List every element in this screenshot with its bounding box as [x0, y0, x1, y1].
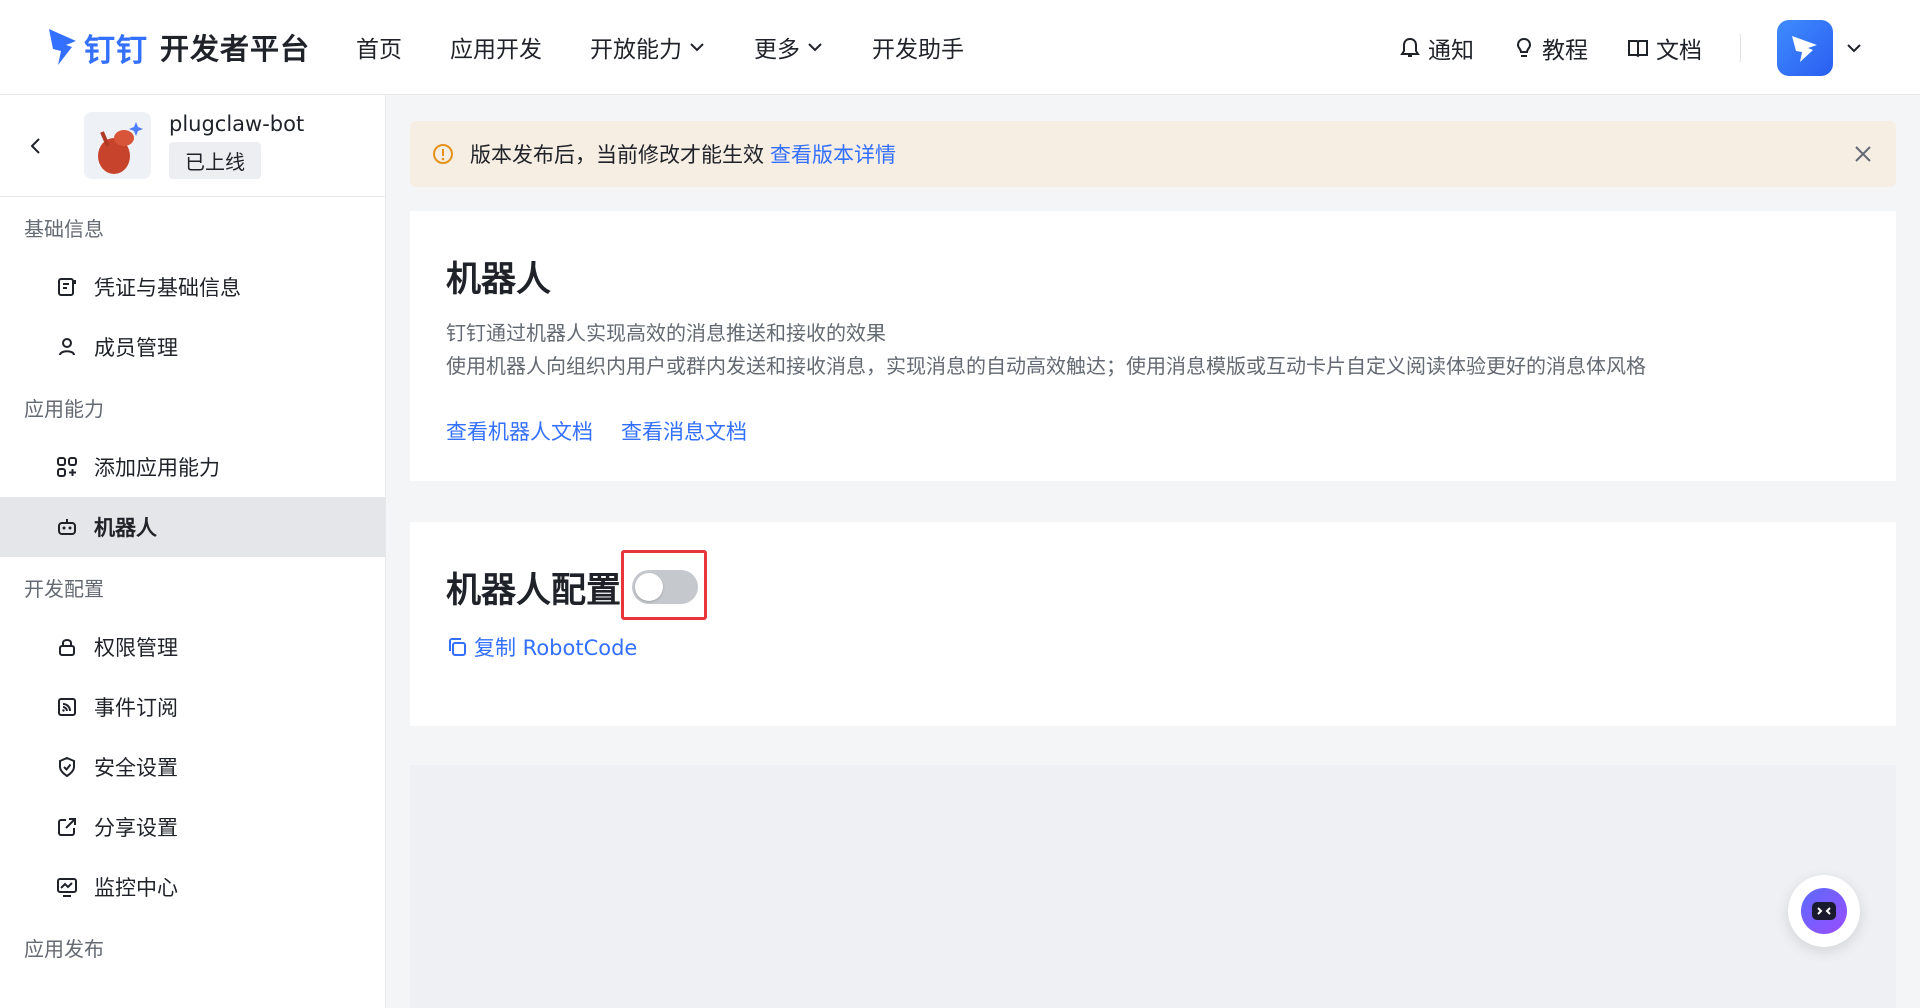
- chevron-down-icon: [808, 43, 822, 52]
- section-app-publish: 应用发布: [24, 936, 104, 961]
- app-header: plugclaw-bot 已上线: [0, 95, 385, 197]
- sidebar-item-robot[interactable]: 机器人: [0, 497, 385, 557]
- sidebar-item-permissions[interactable]: 权限管理: [0, 617, 385, 677]
- sidebar-item-members[interactable]: 成员管理: [0, 317, 385, 377]
- copy-robotcode-label: 复制 RobotCode: [474, 636, 638, 660]
- sidebar-item-label: 机器人: [94, 516, 157, 540]
- info-icon: [433, 144, 453, 164]
- sidebar-item-monitor[interactable]: 监控中心: [0, 857, 385, 917]
- docs-button[interactable]: 文档: [1626, 31, 1702, 65]
- dingtalk-logo-icon: [49, 29, 76, 65]
- robot-description-1: 钉钉通过机器人实现高效的消息推送和接收的效果: [446, 321, 886, 345]
- app-name: plugclaw-bot: [169, 112, 305, 136]
- docs-label: 文档: [1656, 37, 1702, 64]
- copy-robotcode-button[interactable]: 复制 RobotCode: [446, 632, 637, 662]
- sidebar-item-label: 分享设置: [94, 816, 178, 840]
- page-title: 机器人: [446, 260, 552, 300]
- main-nav: 首页 应用开发 开放能力 更多 开发助手: [356, 30, 1012, 64]
- rss-icon: [58, 698, 76, 716]
- book-icon: [1628, 39, 1648, 57]
- sidebar-item-label: 安全设置: [94, 756, 178, 780]
- robot-doc-link[interactable]: 查看机器人文档: [446, 416, 593, 446]
- sidebar-item-events[interactable]: 事件订阅: [0, 677, 385, 737]
- view-version-details-link[interactable]: 查看版本详情: [770, 139, 896, 169]
- grid-add-icon: [57, 457, 77, 477]
- main-content: 版本发布后，当前修改才能生效 查看版本详情 机器人 钉钉通过机器人实现高效的消息…: [386, 95, 1920, 1008]
- notify-label: 通知: [1428, 37, 1474, 64]
- top-navbar: 钉钉 开发者平台 首页 应用开发 开放能力 更多 开发助手 通知 教程 文档: [0, 0, 1920, 95]
- notify-button[interactable]: 通知: [1398, 31, 1474, 65]
- notice-banner: 版本发布后，当前修改才能生效 查看版本详情: [410, 121, 1896, 187]
- chat-bot-icon: [1812, 902, 1836, 920]
- nav-item-dev-assistant[interactable]: 开发助手: [872, 30, 964, 64]
- brand[interactable]: 钉钉 开发者平台: [46, 25, 310, 70]
- sidebar: plugclaw-bot 已上线 基础信息 凭证与基础信息 成员管理 应用能力 …: [0, 95, 386, 1008]
- lock-icon: [59, 639, 75, 656]
- nav-item-label: 开放能力: [590, 37, 683, 63]
- sidebar-item-add-capability[interactable]: 添加应用能力: [0, 437, 385, 497]
- sidebar-item-security[interactable]: 安全设置: [0, 737, 385, 797]
- brand-name: 钉钉: [84, 32, 148, 69]
- monitor-icon: [57, 878, 77, 897]
- sidebar-item-label: 凭证与基础信息: [94, 276, 241, 300]
- assistant-float-button[interactable]: [1788, 875, 1860, 947]
- tutorial-button[interactable]: 教程: [1512, 31, 1588, 65]
- divider: [1740, 33, 1741, 62]
- sidebar-item-share[interactable]: 分享设置: [0, 797, 385, 857]
- nav-item-label: 应用开发: [450, 37, 543, 63]
- nav-item-open-capability[interactable]: 开放能力: [590, 30, 706, 64]
- section-dev-config: 开发配置: [24, 576, 104, 601]
- nav-item-app-dev[interactable]: 应用开发: [450, 30, 542, 64]
- back-arrow-icon[interactable]: [26, 136, 46, 156]
- sidebar-item-label: 权限管理: [94, 636, 178, 660]
- robot-icon: [58, 519, 76, 535]
- lobster-icon: [84, 112, 151, 179]
- app-icon: [84, 112, 151, 179]
- assistant-icon: [1801, 888, 1847, 934]
- chevron-down-icon: [1847, 43, 1861, 52]
- notice-text: 版本发布后，当前修改才能生效: [470, 143, 764, 167]
- config-title: 机器人配置: [446, 571, 622, 611]
- shield-icon: [59, 756, 75, 778]
- dingtalk-logo-icon: [1792, 35, 1817, 62]
- sidebar-item-label: 事件订阅: [94, 696, 178, 720]
- lightbulb-icon: [1516, 37, 1532, 57]
- robot-description-2: 使用机器人向组织内用户或群内发送和接收消息，实现消息的自动高效触达；使用消息模版…: [446, 354, 1646, 378]
- bell-icon: [1400, 37, 1420, 57]
- highlight-box: [621, 550, 707, 620]
- sidebar-item-label: 添加应用能力: [94, 456, 220, 480]
- credential-icon: [58, 278, 76, 296]
- section-app-capability: 应用能力: [24, 396, 104, 421]
- copy-icon: [449, 638, 466, 656]
- share-icon: [58, 818, 76, 836]
- robot-intro-card: 机器人 钉钉通过机器人实现高效的消息推送和接收的效果 使用机器人向组织内用户或群…: [410, 211, 1896, 481]
- placeholder-card: [410, 765, 1896, 1008]
- robot-config-card: 机器人配置 复制 RobotCode: [410, 522, 1896, 726]
- nav-item-label: 开发助手: [872, 37, 965, 63]
- user-menu[interactable]: [1777, 19, 1863, 76]
- section-basic-info: 基础信息: [24, 216, 104, 241]
- nav-item-home[interactable]: 首页: [356, 30, 402, 64]
- message-doc-link[interactable]: 查看消息文档: [621, 416, 747, 446]
- sidebar-item-label: 成员管理: [94, 336, 178, 360]
- tutorial-label: 教程: [1542, 37, 1588, 64]
- sidebar-item-credentials[interactable]: 凭证与基础信息: [0, 257, 385, 317]
- nav-item-more[interactable]: 更多: [754, 30, 824, 64]
- chevron-down-icon: [690, 43, 704, 52]
- close-icon[interactable]: [1852, 143, 1874, 165]
- nav-item-label: 首页: [356, 37, 403, 63]
- app-meta: plugclaw-bot 已上线: [169, 112, 304, 179]
- user-icon: [59, 338, 75, 356]
- brand-subtitle: 开发者平台: [160, 32, 311, 66]
- status-badge: 已上线: [169, 142, 261, 179]
- avatar[interactable]: [1777, 19, 1833, 76]
- nav-item-label: 更多: [754, 37, 801, 63]
- header-actions: 通知 教程 文档: [1398, 0, 1920, 95]
- doc-links: 查看机器人文档 查看消息文档: [446, 416, 775, 446]
- sidebar-item-label: 监控中心: [94, 876, 178, 900]
